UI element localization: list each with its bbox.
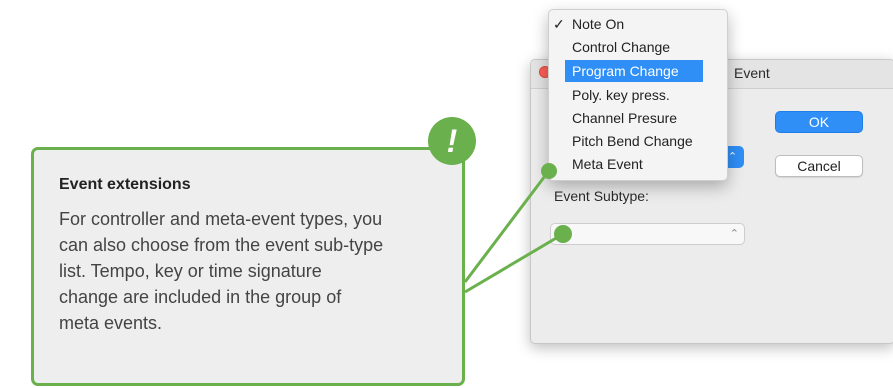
event-extensions-callout: Event extensions For controller and meta…	[31, 147, 465, 386]
callout-title: Event extensions	[59, 176, 191, 193]
connector-dot-meta-event	[541, 163, 557, 179]
connector-dot-subtype	[554, 225, 572, 243]
callout-body: For controller and meta-event types, you…	[59, 209, 384, 333]
exclamation-icon: !	[428, 117, 476, 165]
connector-line-meta-event	[463, 171, 550, 283]
